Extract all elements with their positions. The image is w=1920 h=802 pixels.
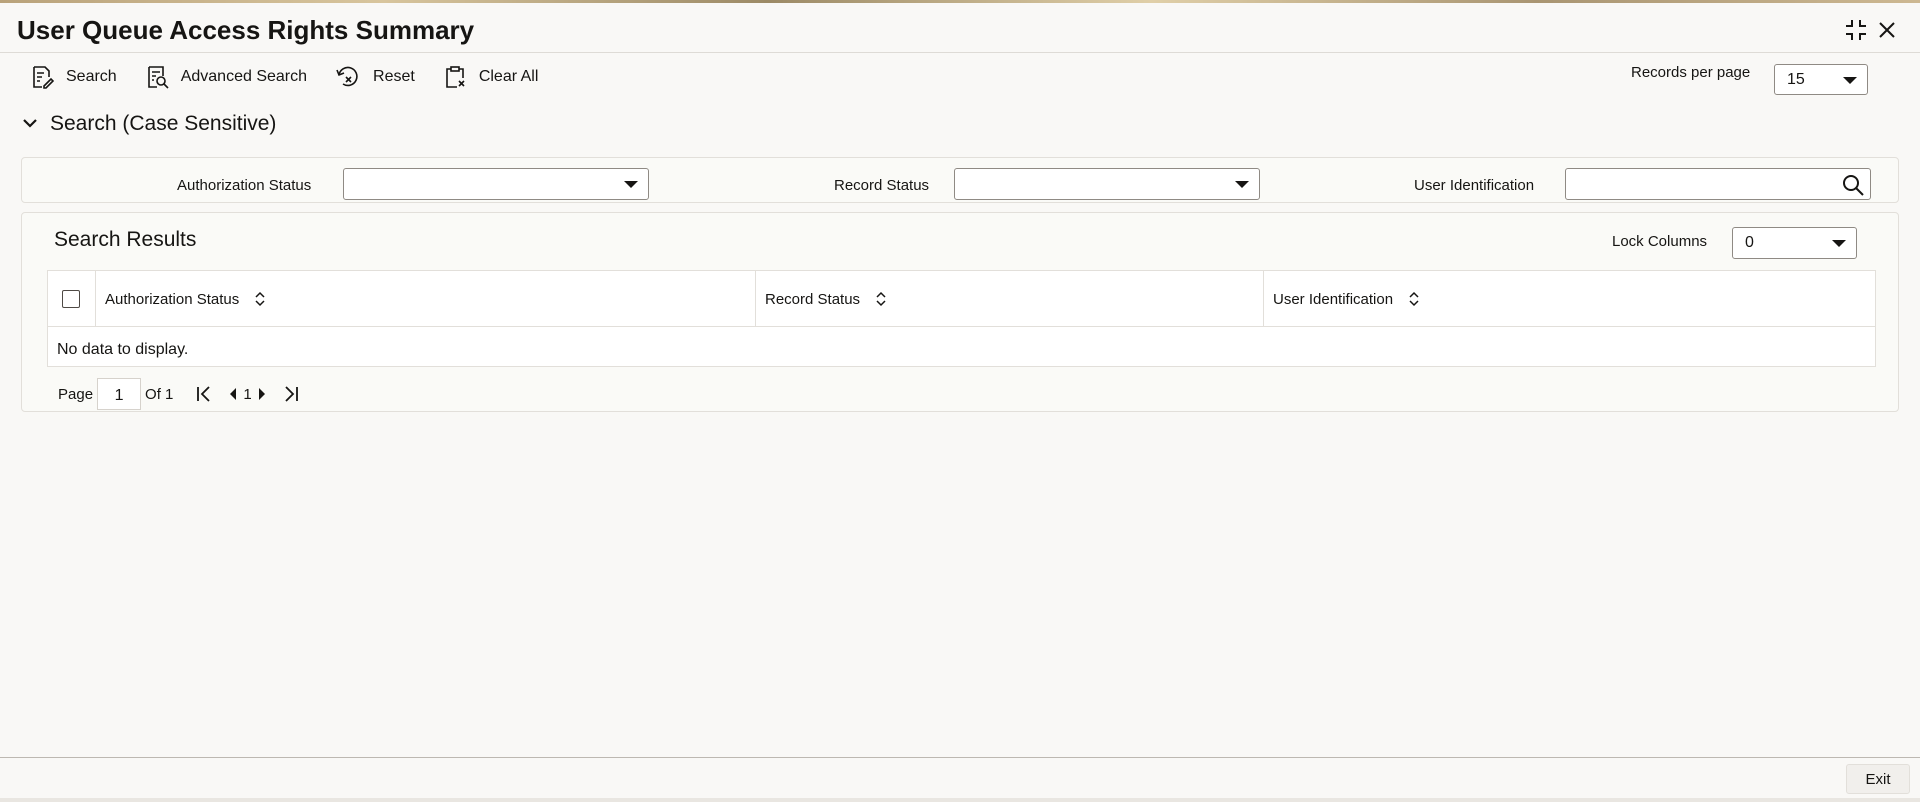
clipboard-clear-icon: [446, 66, 465, 88]
reset-icon: [336, 66, 358, 87]
chevron-down-icon: [1832, 240, 1846, 247]
column-header-label: User Identification: [1273, 290, 1394, 308]
clear-all-button-label: Clear All: [478, 68, 539, 85]
exit-button[interactable]: Exit: [1846, 764, 1910, 794]
chevron-down-icon: [1235, 181, 1249, 188]
table-header-row: Authorization Status Record Status User …: [48, 271, 1875, 327]
pagination: Page 1 Of 1 1: [58, 378, 304, 410]
search-icon[interactable]: [1841, 173, 1865, 202]
sort-icon[interactable]: [1409, 291, 1419, 307]
page-number-value: 1: [114, 387, 124, 404]
lock-columns-label: Lock Columns: [1612, 233, 1708, 250]
advanced-search-button[interactable]: Advanced Search: [145, 65, 307, 89]
current-page-number: 1: [243, 385, 252, 403]
page-label: Page: [58, 385, 94, 403]
chevron-down-icon: [23, 119, 37, 128]
footer-bar: Exit: [0, 757, 1920, 798]
search-criteria-panel: Authorization Status Record Status User …: [21, 157, 1899, 203]
authorization-status-select[interactable]: [343, 168, 649, 200]
lock-columns-value: 0: [1745, 234, 1754, 251]
maximize-icon[interactable]: [1843, 17, 1869, 43]
chevron-down-icon: [624, 181, 638, 188]
page-of-label: Of 1: [145, 385, 174, 403]
column-header-label: Authorization Status: [105, 290, 240, 308]
search-section-toggle[interactable]: Search (Case Sensitive): [22, 112, 276, 136]
sort-icon[interactable]: [255, 291, 265, 307]
page-title: User Queue Access Rights Summary: [17, 15, 475, 45]
user-identification-input[interactable]: [1565, 168, 1871, 200]
toolbar: Search Advanced Search Reset Clear All: [30, 62, 566, 92]
search-results-panel: Search Results Lock Columns 0 Authorizat…: [21, 212, 1899, 412]
sort-icon[interactable]: [876, 291, 886, 307]
column-header-record-status[interactable]: Record Status: [755, 271, 1263, 327]
search-button-label: Search: [66, 68, 117, 85]
close-icon[interactable]: [1874, 17, 1900, 43]
select-all-checkbox[interactable]: [62, 290, 80, 308]
record-status-select[interactable]: [954, 168, 1260, 200]
user-identification-label: User Identification: [1414, 177, 1535, 194]
search-doc-icon: [33, 66, 54, 89]
column-header-authorization-status[interactable]: Authorization Status: [95, 271, 755, 327]
record-status-label: Record Status: [834, 177, 930, 194]
column-header-user-identification[interactable]: User Identification: [1263, 271, 1875, 327]
lock-columns-select[interactable]: 0: [1732, 227, 1857, 259]
title-bar: User Queue Access Rights Summary: [0, 3, 1920, 53]
search-button[interactable]: Search: [30, 65, 117, 89]
page-number-input[interactable]: 1: [97, 378, 142, 410]
last-page-icon[interactable]: [282, 385, 300, 403]
clear-all-button[interactable]: Clear All: [443, 65, 539, 89]
authorization-status-label: Authorization Status: [177, 177, 312, 194]
next-page-icon[interactable]: [256, 387, 268, 401]
column-header-label: Record Status: [765, 290, 861, 308]
first-page-icon[interactable]: [195, 385, 213, 403]
records-per-page-value: 15: [1787, 70, 1805, 88]
advanced-search-button-label: Advanced Search: [180, 68, 308, 85]
reset-button-label: Reset: [373, 68, 415, 85]
chevron-down-icon: [1843, 76, 1857, 84]
bottom-strip: [0, 798, 1920, 802]
reset-button[interactable]: Reset: [335, 65, 415, 89]
results-table: Authorization Status Record Status User …: [47, 270, 1876, 367]
records-per-page-label: Records per page: [1631, 64, 1751, 81]
advanced-search-icon: [147, 66, 169, 89]
search-section-title: Search (Case Sensitive): [50, 112, 277, 135]
previous-page-icon[interactable]: [227, 387, 239, 401]
search-results-title: Search Results: [54, 228, 197, 251]
empty-table-message: No data to display.: [57, 341, 189, 358]
records-per-page-select[interactable]: 15: [1774, 64, 1868, 95]
